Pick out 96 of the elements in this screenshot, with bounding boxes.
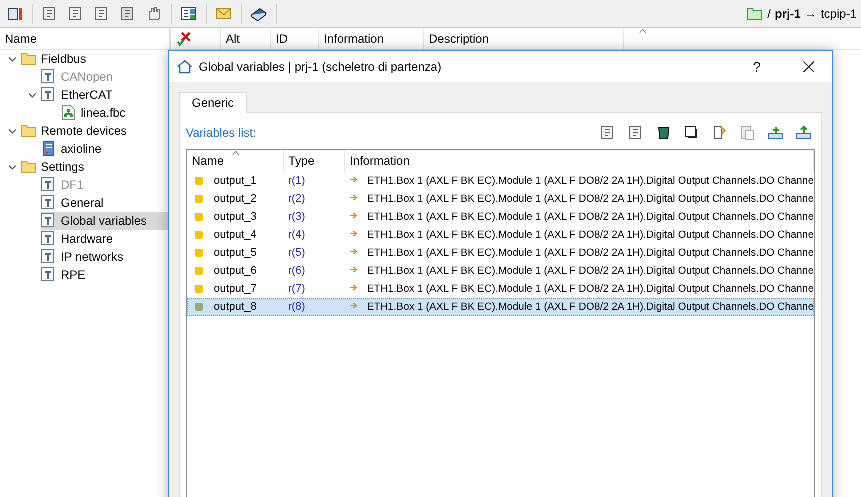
tree-item[interactable]: Global variables — [41, 212, 170, 230]
target-name: tcpip-1 — [820, 6, 857, 20]
variable-name: output_5 — [214, 247, 257, 259]
sort-caret-icon — [231, 149, 241, 157]
config-icon — [41, 249, 57, 265]
path-arrow: → — [804, 6, 817, 20]
folder-icon — [21, 123, 37, 139]
variable-type: r(8) — [288, 301, 306, 313]
variable-name: output_6 — [214, 265, 257, 277]
variable-name: output_2 — [214, 193, 257, 205]
page-icon[interactable] — [120, 6, 136, 22]
variable-type: r(5) — [288, 247, 306, 259]
section-label: Variables list: — [186, 126, 258, 140]
config-icon — [41, 87, 57, 103]
page-arrow-icon[interactable] — [712, 125, 728, 141]
house-icon — [177, 58, 193, 74]
chevron-down-icon[interactable] — [8, 126, 16, 136]
folder-icon — [746, 6, 764, 22]
variable-information: ETH1.Box 1 (AXL F BK EC).Module 1 (AXL F DO8/2 2A 1H).Digital Output Channels.DO Channe — [367, 212, 814, 222]
table-row[interactable]: output_2 r(2) ETH1.Box 1 (AXL F BK EC).Module 1 (AXL F DO8/2 2A 1H).Digital Output Channels.DO Channe — [187, 190, 814, 208]
project-name: prj-1 — [774, 6, 801, 20]
column-header[interactable]: Alt — [221, 28, 271, 49]
cross-check-icon — [176, 30, 192, 46]
table-row[interactable]: output_4 r(4) ETH1.Box 1 (AXL F BK EC).Module 1 (AXL F DO8/2 2A 1H).Digital Output Channels.DO Channe — [187, 226, 814, 244]
config-icon — [41, 231, 57, 247]
tree-item[interactable]: axioline — [41, 140, 170, 158]
help-button[interactable]: ? — [734, 51, 780, 82]
folder-icon — [21, 159, 37, 175]
column-header[interactable]: Type — [284, 150, 345, 172]
variable-information: ETH1.Box 1 (AXL F BK EC).Module 1 (AXL F DO8/2 2A 1H).Digital Output Channels.DO Channe — [367, 230, 814, 240]
variable-information: ETH1.Box 1 (AXL F BK EC).Module 1 (AXL F DO8/2 2A 1H).Digital Output Channels.DO Channe — [367, 248, 814, 258]
variable-name: output_4 — [214, 229, 257, 241]
column-header[interactable]: Description — [424, 28, 624, 49]
column-header[interactable]: Information — [319, 28, 424, 49]
variable-type: r(1) — [288, 175, 306, 187]
dialog-title: Global variables | prj-1 (scheletro di partenza) — [199, 60, 443, 74]
column-header[interactable]: ID — [271, 28, 319, 49]
chevron-down-icon[interactable] — [28, 90, 36, 100]
page-icon[interactable] — [628, 125, 644, 141]
variable-type: r(4) — [288, 229, 306, 241]
config-icon — [41, 195, 57, 211]
variable-name: output_1 — [214, 175, 257, 187]
config-icon — [41, 177, 57, 193]
variable-information: ETH1.Box 1 (AXL F BK EC).Module 1 (AXL F DO8/2 2A 1H).Digital Output Channels.DO Channe — [367, 194, 814, 204]
table-row[interactable]: output_1 r(1) ETH1.Box 1 (AXL F BK EC).Module 1 (AXL F DO8/2 2A 1H).Digital Output Channels.DO Channe — [187, 172, 814, 190]
variable-type: r(3) — [288, 211, 306, 223]
table-row[interactable]: output_8 r(8) ETH1.Box 1 (AXL F BK EC).Module 1 (AXL F DO8/2 2A 1H).Digital Output Channels.DO Channe — [187, 298, 814, 316]
chevron-down-icon[interactable] — [8, 54, 16, 64]
page-icon[interactable] — [94, 6, 110, 22]
tree-item[interactable]: RPE — [41, 266, 170, 284]
page-icon[interactable] — [68, 6, 84, 22]
tray-up-arrow-icon[interactable] — [796, 125, 812, 141]
server-icon — [41, 141, 57, 157]
table-row[interactable]: output_7 r(7) ETH1.Box 1 (AXL F BK EC).Module 1 (AXL F DO8/2 2A 1H).Digital Output Channels.DO Channe — [187, 280, 814, 298]
book-icon[interactable] — [251, 6, 267, 22]
config-icon — [41, 69, 57, 85]
page-icon[interactable] — [600, 125, 616, 141]
config-icon — [41, 267, 57, 283]
tree-item[interactable]: linea.fbc — [61, 104, 170, 122]
path-separator: / — [768, 6, 771, 20]
window-layout-icon[interactable] — [181, 6, 197, 22]
table-row[interactable]: output_5 r(5) ETH1.Box 1 (AXL F BK EC).Module 1 (AXL F DO8/2 2A 1H).Digital Output Channels.DO Channe — [187, 244, 814, 262]
variable-name: output_3 — [214, 211, 257, 223]
variable-type: r(2) — [288, 193, 306, 205]
column-header[interactable]: Information — [344, 150, 814, 172]
column-header[interactable]: Name — [187, 150, 284, 172]
tray-plus-icon[interactable] — [768, 125, 784, 141]
tree-item[interactable]: Hardware — [41, 230, 170, 248]
variable-name: output_7 — [214, 283, 257, 295]
folder-icon — [21, 51, 37, 67]
sort-caret-icon — [638, 27, 648, 35]
tree-item[interactable]: Remote devices — [21, 122, 170, 140]
close-icon[interactable] — [802, 60, 816, 74]
variable-information: ETH1.Box 1 (AXL F BK EC).Module 1 (AXL F DO8/2 2A 1H).Digital Output Channels.DO Channe — [367, 302, 814, 312]
chevron-down-icon[interactable] — [8, 162, 16, 172]
variable-information: ETH1.Box 1 (AXL F BK EC).Module 1 (AXL F DO8/2 2A 1H).Digital Output Channels.DO Channe — [367, 266, 814, 276]
table-row[interactable]: output_3 r(3) ETH1.Box 1 (AXL F BK EC).Module 1 (AXL F DO8/2 2A 1H).Digital Output Channels.DO Channe — [187, 208, 814, 226]
trash-icon[interactable] — [656, 125, 672, 141]
variable-information: ETH1.Box 1 (AXL F BK EC).Module 1 (AXL F DO8/2 2A 1H).Digital Output Channels.DO Channe — [367, 176, 814, 186]
column-header[interactable]: Name — [0, 28, 170, 49]
copy-icon[interactable] — [684, 125, 700, 141]
network-file-icon — [61, 105, 77, 121]
config-icon — [41, 213, 57, 229]
tree-item[interactable]: Settings — [21, 158, 170, 176]
table-row[interactable]: output_6 r(6) ETH1.Box 1 (AXL F BK EC).Module 1 (AXL F DO8/2 2A 1H).Digital Output Channels.DO Channe — [187, 262, 814, 280]
tree-item[interactable]: IP networks — [41, 248, 170, 266]
tree-item[interactable]: EtherCAT — [41, 86, 170, 104]
variable-type: r(6) — [288, 265, 306, 277]
variable-information: ETH1.Box 1 (AXL F BK EC).Module 1 (AXL F DO8/2 2A 1H).Digital Output Channels.DO Channe — [367, 284, 814, 294]
tree-item[interactable]: General — [41, 194, 170, 212]
page-icon[interactable] — [42, 6, 58, 22]
variable-type: r(7) — [288, 283, 306, 295]
variable-name: output_8 — [214, 301, 257, 313]
envelope-icon[interactable] — [216, 6, 232, 22]
tree-item[interactable]: Fieldbus — [21, 50, 170, 68]
tab[interactable]: Generic — [179, 92, 248, 113]
